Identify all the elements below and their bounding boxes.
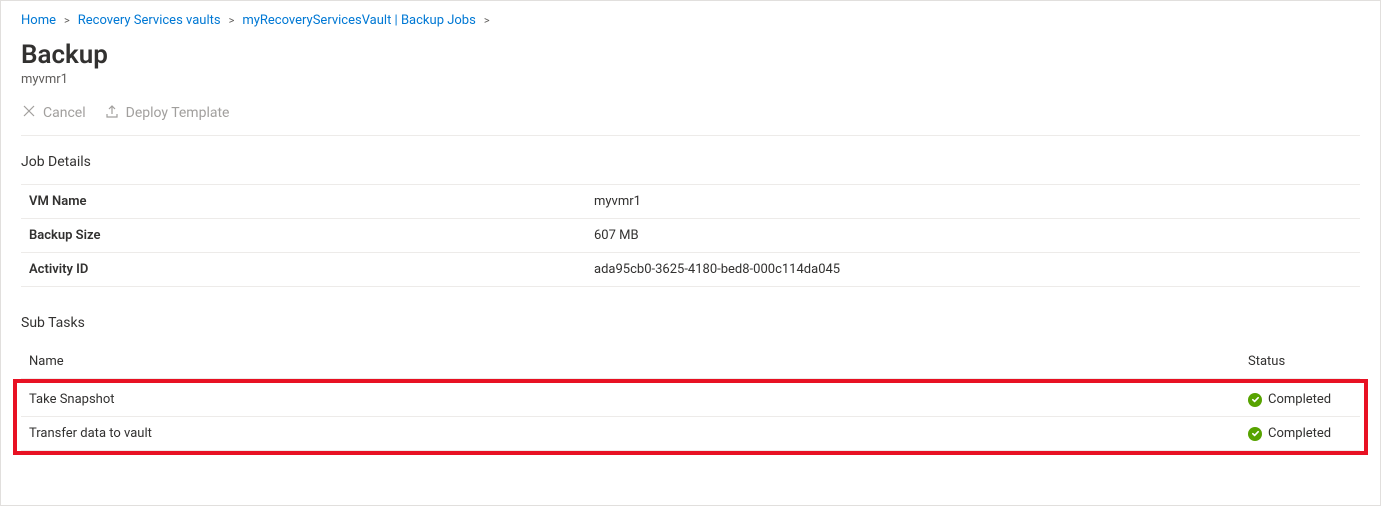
status-badge: Completed	[1248, 426, 1352, 441]
chevron-right-icon: >	[229, 14, 235, 27]
task-name: Take Snapshot	[21, 383, 1240, 417]
breadcrumb-vault-backup-jobs[interactable]: myRecoveryServicesVault | Backup Jobs	[242, 13, 475, 28]
status-text: Completed	[1268, 392, 1331, 407]
status-badge: Completed	[1248, 392, 1352, 407]
task-name: Transfer data to vault	[21, 417, 1240, 451]
table-row: Backup Size 607 MB	[21, 219, 1360, 253]
table-row: Transfer data to vault Completed	[21, 417, 1360, 451]
table-row: VM Name myvmr1	[21, 185, 1360, 219]
deploy-template-button-label: Deploy Template	[126, 105, 230, 121]
sub-tasks-heading: Sub Tasks	[21, 315, 1360, 331]
toolbar: Cancel Deploy Template	[21, 103, 1360, 136]
column-header-status[interactable]: Status	[1240, 345, 1360, 379]
check-circle-icon	[1248, 427, 1262, 441]
chevron-right-icon: >	[64, 14, 70, 27]
detail-label: VM Name	[21, 185, 586, 219]
job-details-table: VM Name myvmr1 Backup Size 607 MB Activi…	[21, 184, 1360, 287]
page-subtitle: myvmr1	[21, 72, 1360, 87]
detail-value: 607 MB	[586, 219, 1360, 253]
detail-value: ada95cb0-3625-4180-bed8-000c114da045	[586, 253, 1360, 287]
detail-label: Backup Size	[21, 219, 586, 253]
cancel-button[interactable]: Cancel	[21, 103, 86, 123]
sub-tasks-table: Name Status	[21, 345, 1360, 379]
breadcrumb-recovery-services-vaults[interactable]: Recovery Services vaults	[78, 13, 221, 28]
chevron-right-icon: >	[484, 14, 490, 27]
job-details-heading: Job Details	[21, 154, 1360, 170]
table-row: Take Snapshot Completed	[21, 383, 1360, 417]
breadcrumb: Home > Recovery Services vaults > myReco…	[21, 13, 1360, 28]
check-circle-icon	[1248, 393, 1262, 407]
deploy-template-button[interactable]: Deploy Template	[104, 103, 230, 123]
page-title: Backup	[21, 40, 1360, 70]
detail-value: myvmr1	[586, 185, 1360, 219]
highlighted-region: Take Snapshot Completed Tra	[13, 379, 1368, 455]
table-row: Activity ID ada95cb0-3625-4180-bed8-000c…	[21, 253, 1360, 287]
detail-label: Activity ID	[21, 253, 586, 287]
status-text: Completed	[1268, 426, 1331, 441]
column-header-name[interactable]: Name	[21, 345, 1240, 379]
breadcrumb-home[interactable]: Home	[21, 13, 56, 28]
cancel-button-label: Cancel	[43, 105, 86, 121]
upload-icon	[104, 103, 120, 123]
close-icon	[21, 103, 37, 123]
